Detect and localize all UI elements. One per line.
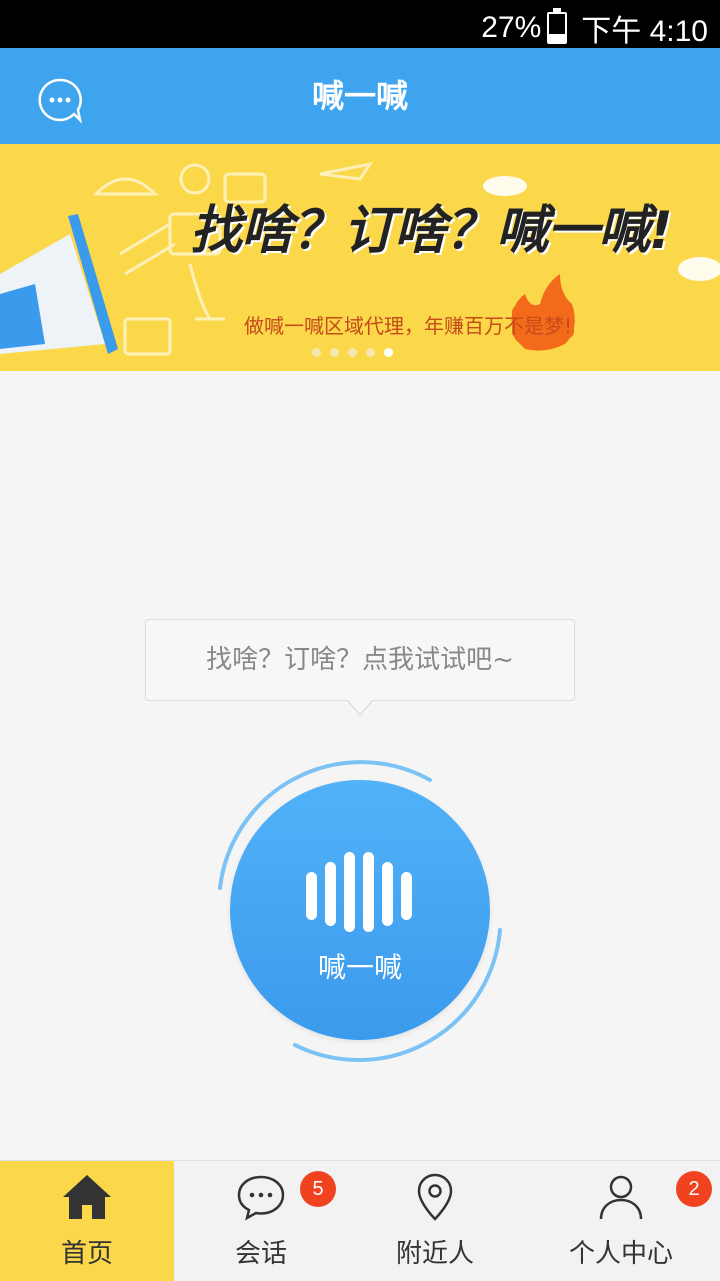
bottom-tab-bar: 首页 5 会话 附近人 2 个人中心 — [0, 1160, 720, 1281]
battery-icon — [547, 8, 568, 44]
clock: 下午 4:10 — [581, 15, 708, 48]
banner-dot-active — [384, 348, 393, 357]
tab-chat-label: 会话 — [234, 1239, 287, 1269]
sound-wave-icon — [306, 852, 412, 932]
unread-badge: 5 — [300, 1171, 336, 1207]
tab-profile[interactable]: 2 个人中心 — [522, 1161, 720, 1281]
status-indicators: 27% 下午 4:10 — [481, 6, 708, 50]
banner-headline: 找啥？订啥？喊一喊! — [190, 201, 673, 261]
hint-bubble-tail-fill — [347, 699, 373, 714]
tab-nearby-label: 附近人 — [395, 1239, 474, 1269]
page-title: 喊一喊 — [311, 77, 408, 115]
status-bar: 27% 下午 4:10 — [0, 0, 720, 48]
banner-dot — [330, 348, 339, 357]
chat-icon — [237, 1175, 285, 1221]
home-icon — [63, 1175, 111, 1219]
banner-dot — [366, 348, 375, 357]
tab-profile-label: 个人中心 — [568, 1239, 673, 1269]
banner-dot — [348, 348, 357, 357]
notification-badge: 2 — [676, 1171, 712, 1207]
location-pin-icon — [417, 1173, 453, 1221]
tab-home-label: 首页 — [60, 1239, 113, 1269]
hint-bubble: 找啥？订啥？点我试试吧~ — [145, 619, 575, 701]
tab-chat[interactable]: 5 会话 — [174, 1161, 348, 1281]
tab-home[interactable]: 首页 — [0, 1161, 174, 1281]
shout-button-label: 喊一喊 — [317, 951, 402, 984]
app-header: 喊一喊 — [0, 48, 720, 144]
banner-subline: 做喊一喊区域代理，年赚百万不是梦! — [244, 314, 573, 338]
banner-dot — [312, 348, 321, 357]
shout-button[interactable]: 喊一喊 — [230, 780, 490, 1040]
battery-percentage: 27% — [481, 11, 542, 44]
promo-banner[interactable]: 找啥？订啥？喊一喊! 做喊一喊区域代理，年赚百万不是梦! — [0, 144, 720, 371]
banner-pagination — [312, 348, 393, 357]
hint-text: 找啥？订啥？点我试试吧~ — [206, 645, 514, 675]
tab-nearby[interactable]: 附近人 — [348, 1161, 522, 1281]
person-icon — [599, 1175, 643, 1220]
